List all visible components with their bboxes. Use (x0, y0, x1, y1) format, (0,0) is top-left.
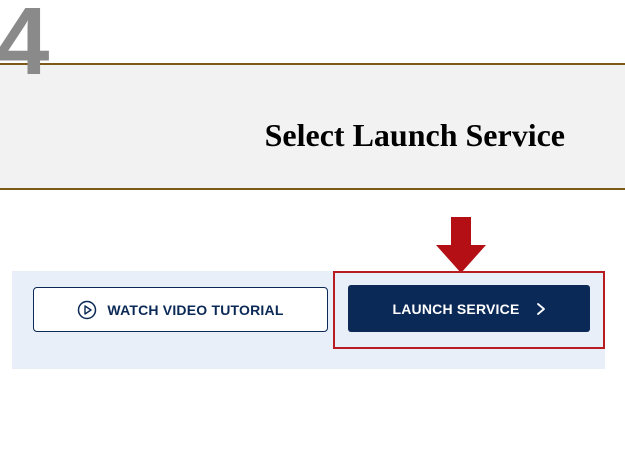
chevron-right-icon (536, 302, 545, 315)
down-arrow-icon (436, 217, 486, 273)
launch-service-button[interactable]: LAUNCH SERVICE (348, 285, 590, 332)
title-banner: Select Launch Service (0, 63, 625, 190)
watch-video-tutorial-button[interactable]: WATCH VIDEO TUTORIAL (33, 287, 328, 332)
play-circle-icon (78, 300, 97, 319)
step-number: 4 (0, 0, 50, 95)
launch-service-label: LAUNCH SERVICE (392, 300, 520, 317)
step-title: Select Launch Service (264, 117, 565, 153)
watch-video-tutorial-label: WATCH VIDEO TUTORIAL (107, 301, 284, 318)
